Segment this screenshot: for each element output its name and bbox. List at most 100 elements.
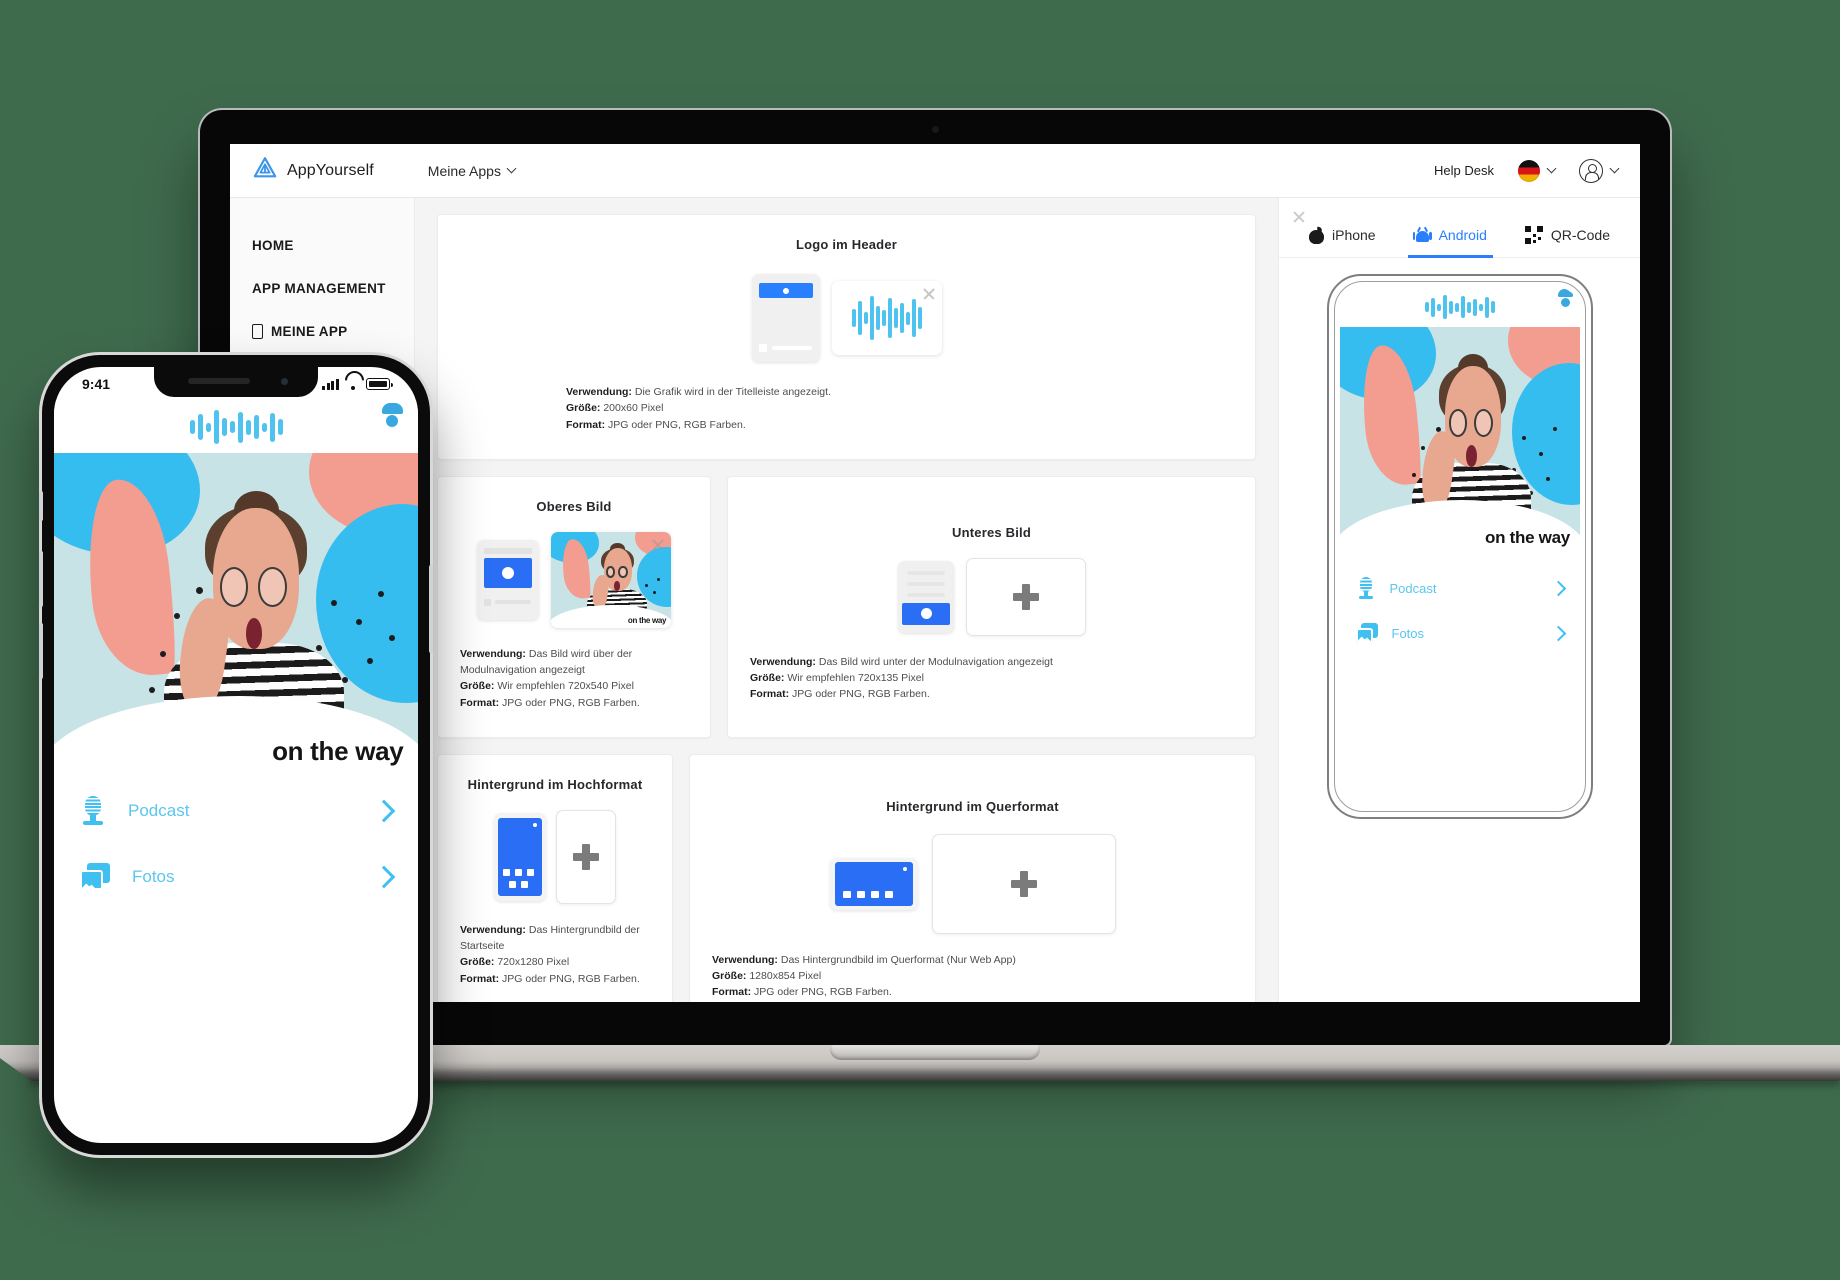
card-meta: Verwendung: Das Bild wird unter der Modu… [750,654,1233,703]
card-unteres-bild[interactable]: Unteres Bild Verwendung: Das Bild wird u… [727,475,1256,738]
meta-label: Format: [750,688,790,701]
photos-icon [1355,623,1378,643]
preview-tabs: iPhone Android QR-Code [1279,212,1640,258]
meta-value: 200x60 Pixel [603,402,664,415]
cellular-signal-icon [322,378,339,390]
iphone-volume-up-button[interactable] [39,551,43,607]
plus-icon [1012,583,1039,610]
app-header: AppYourself Meine Apps Help Desk [230,144,1640,198]
iphone-app-header [54,401,418,453]
sidebar-item-home[interactable]: HOME [230,224,414,267]
iphone-module-podcast[interactable]: Podcast [80,777,396,844]
close-icon[interactable] [921,285,937,301]
preview-module-podcast[interactable]: Podcast [1356,565,1566,611]
phone-landscape-wireframe-icon [829,857,918,910]
preview-phone-screen: on the way Podcast Fotos [1339,287,1580,806]
tab-qr-code[interactable]: QR-Code [1519,218,1616,258]
card-hintergrund-querformat[interactable]: Hintergrund im Querformat Verwendung: Da… [689,753,1256,1002]
card-oberes-bild[interactable]: Oberes Bild on the way Verwendung: Das B… [437,475,711,738]
nav-meine-apps[interactable]: Meine Apps [427,162,517,179]
meta-value: Das Bild wird unter der Modulnavigation … [818,655,1053,668]
chevron-down-icon [1546,163,1557,174]
meta-value: JPG oder PNG, RGB Farben. [502,972,640,985]
iphone-mockup: 9:41 on the way Podcast Fotos [39,355,433,1155]
sidebar-item-app-management[interactable]: APP MANAGEMENT [230,267,414,310]
preview-module-label: Podcast [1389,580,1437,596]
asset-cards-area[interactable]: Logo im Header Verwendung: Die Grafik wi… [415,198,1278,1002]
iphone-module-fotos[interactable]: Fotos [80,844,396,909]
meta-label: Größe: [460,680,495,693]
preview-module-fotos[interactable]: Fotos [1355,611,1566,655]
hero-slogan: on the way [627,615,667,625]
hero-slogan: on the way [1485,528,1570,548]
meta-value: JPG oder PNG, RGB Farben. [754,986,892,999]
tab-iphone-label: iPhone [1332,227,1376,243]
meta-value: 720x1280 Pixel [497,956,570,969]
meta-label: Verwendung: [460,647,526,660]
brand[interactable]: AppYourself [252,155,374,186]
sidebar-item-meine-app-label: MEINE APP [271,324,348,339]
meta-label: Format: [712,986,752,999]
card-title: Unteres Bild [952,524,1031,540]
help-desk-link[interactable]: Help Desk [1434,163,1494,178]
iphone-screen: 9:41 on the way Podcast Fotos [54,367,418,1143]
plus-icon [1010,870,1037,897]
iphone-module-label: Fotos [132,866,175,886]
meta-label: Verwendung: [750,655,816,668]
tab-android-label: Android [1438,227,1487,243]
meta-label: Format: [460,696,500,709]
close-icon[interactable] [650,536,666,552]
hintergrund-hochformat-upload-button[interactable] [556,809,616,904]
iphone-module-list: Podcast Fotos [54,773,418,909]
card-title: Hintergrund im Querformat [886,798,1059,814]
preview-hero-image: on the way [1339,327,1580,555]
card-title: Oberes Bild [536,498,612,514]
nav-meine-apps-label: Meine Apps [427,162,501,179]
close-icon[interactable] [1291,208,1307,224]
audio-wave-logo-icon [851,296,922,340]
apple-icon [1309,226,1324,244]
audio-wave-logo-icon [189,410,283,444]
hintergrund-querformat-upload-button[interactable] [931,833,1116,934]
preview-module-list: Podcast Fotos [1340,555,1580,655]
phone-bottom-image-wireframe-icon [897,560,954,633]
meta-value: Wir empfehlen 720x540 Pixel [497,680,634,693]
sidebar-item-meine-app[interactable]: MEINE APP [230,310,414,353]
meta-label: Größe: [460,956,495,969]
phone-header-wireframe-icon [751,274,820,362]
iphone-mute-switch[interactable] [39,491,43,521]
meta-value: Die Grafik wird in der Titelleiste angez… [634,386,831,398]
meta-label: Verwendung: [460,923,526,936]
microphone-icon [1356,577,1376,599]
tab-iphone[interactable]: iPhone [1303,218,1382,258]
chevron-right-icon [372,799,396,822]
unteres-bild-upload-button[interactable] [965,557,1086,636]
cards-row-images: Oberes Bild on the way Verwendung: Das B… [437,475,1256,738]
preview-app-header [1340,287,1580,327]
language-selector[interactable] [1518,159,1557,182]
preview-phone-frame: on the way Podcast Fotos [1326,274,1593,819]
status-time: 9:41 [82,376,111,392]
account-menu[interactable] [1579,158,1620,183]
phone-outline-icon [252,324,263,339]
card-meta: Verwendung: Das Hintergrundbild der Star… [460,922,650,987]
preview-module-label: Fotos [1391,625,1425,641]
oberes-bild-thumbnail[interactable]: on the way [551,531,671,628]
card-hintergrund-hochformat[interactable]: Hintergrund im Hochformat Verwendung: Da… [437,753,673,1002]
tab-android[interactable]: Android [1407,218,1493,258]
meta-label: Verwendung: [566,386,632,398]
meta-value: Wir empfehlen 720x135 Pixel [787,672,924,685]
brand-name: AppYourself [287,161,374,179]
qr-code-icon [1524,226,1543,244]
microphone-icon [80,796,106,825]
iphone-volume-down-button[interactable] [39,623,43,679]
hero-slogan: on the way [272,735,404,766]
card-logo-im-header[interactable]: Logo im Header Verwendung: Die Grafik wi… [437,214,1256,460]
audio-wave-logo-icon [1424,295,1495,319]
plus-icon [573,843,599,870]
sidebar-item-app-management-label: APP MANAGEMENT [252,281,386,296]
iphone-power-button[interactable] [429,565,433,653]
iphone-module-label: Podcast [128,800,190,820]
iphone-hero-image: on the way [54,453,418,773]
logo-asset-thumbnail[interactable] [831,281,942,355]
